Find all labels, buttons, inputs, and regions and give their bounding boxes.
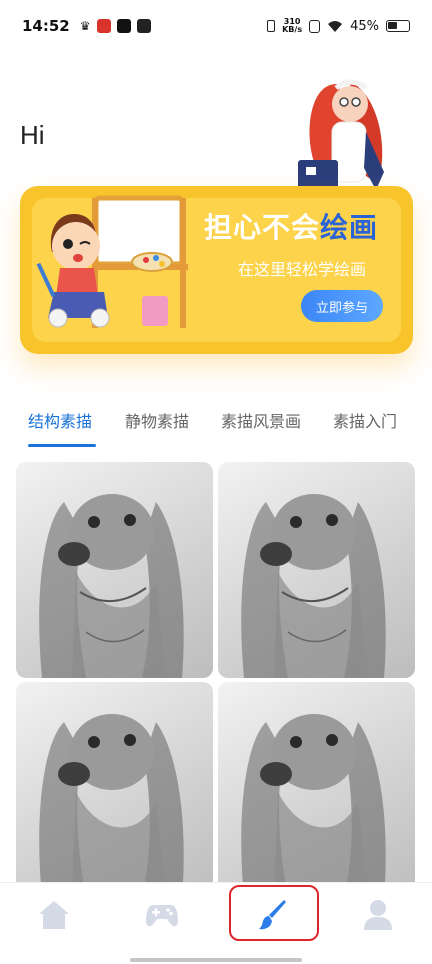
banner-title-highlight: 绘画	[320, 211, 379, 244]
dog-sketch-image	[241, 494, 386, 678]
net-speed: 310 KB/s	[282, 18, 302, 34]
status-bar: 14:52 ♛ 310 KB/s 45%	[0, 0, 432, 52]
artwork-card[interactable]	[16, 462, 213, 678]
status-time: 14:52	[22, 17, 70, 35]
join-now-button[interactable]: 立即参与	[301, 290, 383, 322]
greeting-text: Hi	[20, 120, 45, 150]
user-icon	[364, 900, 392, 930]
nav-home[interactable]	[34, 897, 74, 933]
tab-still-life-sketch[interactable]: 静物素描	[125, 408, 189, 432]
tab-structure-sketch[interactable]: 结构素描	[28, 408, 92, 432]
promo-banner[interactable]: 担心不会绘画 在这里轻松学绘画 立即参与	[20, 186, 413, 354]
gamepad-icon	[146, 905, 178, 927]
crown-icon: ♛	[79, 19, 91, 33]
category-tabs: 结构素描 静物素描 素描风景画 素描入门	[28, 408, 418, 452]
app-notification-icon	[96, 19, 111, 33]
banner-subtitle: 在这里轻松学绘画	[238, 260, 367, 279]
banner-title-part1: 担心不会	[204, 211, 321, 244]
bottom-nav	[0, 882, 432, 964]
tab-sketch-intro[interactable]: 素描入门	[333, 408, 397, 432]
message-icon	[136, 19, 151, 33]
net-speed-unit: KB/s	[282, 25, 303, 34]
battery-icon	[386, 20, 410, 32]
highlight-box	[229, 885, 319, 941]
girl-illustration	[298, 79, 384, 190]
tab-landscape-sketch[interactable]: 素描风景画	[221, 408, 301, 432]
active-tab-underline	[28, 444, 96, 447]
no-sim-icon	[309, 19, 321, 33]
tiktok-icon	[116, 19, 131, 33]
vibrate-icon	[267, 20, 276, 32]
artwork-card[interactable]	[218, 462, 415, 678]
wifi-icon	[328, 20, 343, 32]
kid-painting-illustration	[36, 195, 188, 328]
home-indicator	[130, 958, 302, 962]
home-icon	[39, 901, 69, 929]
dog-sketch-image	[39, 494, 184, 678]
banner-title: 担心不会绘画	[204, 206, 378, 246]
dog-sketch-image	[241, 714, 386, 882]
status-right: 310 KB/s 45%	[267, 18, 410, 34]
artwork-card[interactable]	[16, 682, 213, 882]
artwork-grid	[16, 462, 416, 882]
artwork-card[interactable]	[218, 682, 415, 882]
battery-percent: 45%	[350, 18, 379, 34]
status-left: 14:52 ♛	[22, 17, 151, 35]
dog-sketch-image	[39, 714, 184, 882]
nav-profile[interactable]	[358, 897, 398, 933]
nav-games[interactable]	[142, 897, 182, 933]
